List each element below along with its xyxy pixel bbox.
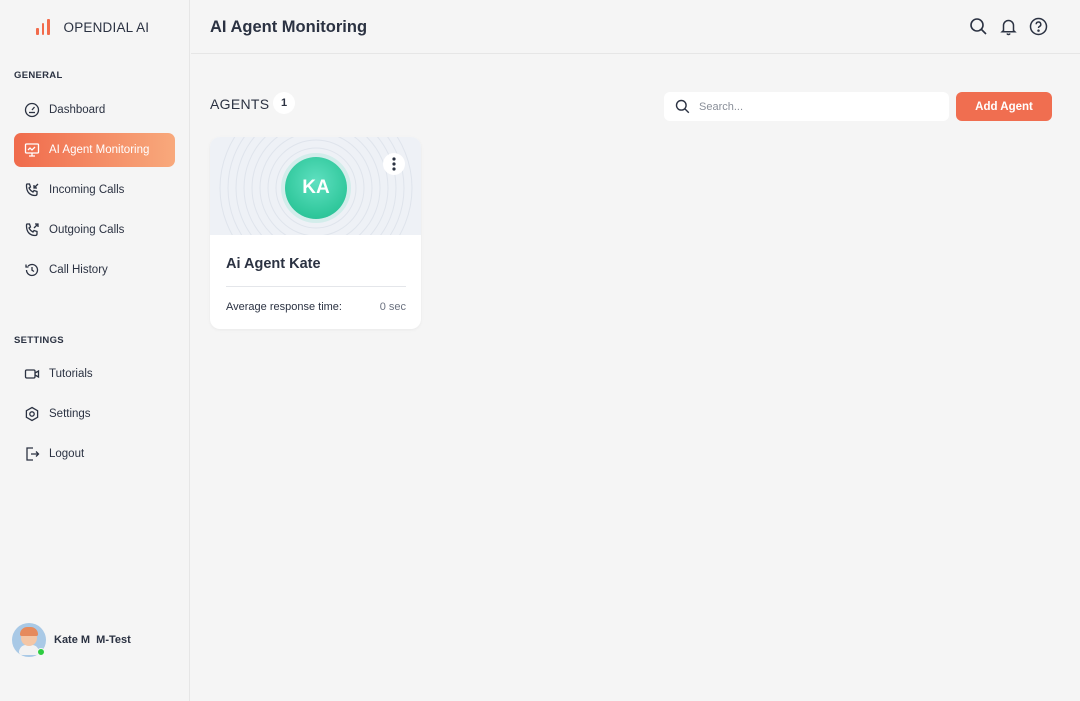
user-name: Kate M M-Test <box>54 634 131 646</box>
sidebar-item-label: AI Agent Monitoring <box>49 144 150 156</box>
hexagon-gear-icon <box>25 406 39 422</box>
card-divider <box>226 286 406 287</box>
section-label-settings: SETTINGS <box>14 335 64 346</box>
search-icon <box>675 99 690 114</box>
sidebar-item-label: Logout <box>49 448 85 460</box>
agent-search[interactable] <box>664 92 949 121</box>
video-icon <box>24 369 40 379</box>
sidebar-item-label: Settings <box>49 408 91 420</box>
avg-response-value: 0 sec <box>379 301 406 313</box>
help-icon[interactable] <box>1029 17 1048 36</box>
online-status-dot <box>37 648 45 656</box>
sidebar-item-label: Tutorials <box>49 368 93 380</box>
agent-card-header: KA <box>210 137 421 235</box>
sidebar-item-label: Dashboard <box>49 104 106 116</box>
brand-logo[interactable]: OPENDIAL AI <box>36 18 149 36</box>
phone-incoming-icon <box>25 183 39 197</box>
sidebar-item-logout[interactable]: Logout <box>14 437 175 471</box>
sidebar-item-tutorials[interactable]: Tutorials <box>14 357 175 391</box>
more-vertical-icon <box>392 157 396 171</box>
agents-count-badge: 1 <box>273 92 295 114</box>
agents-heading: AGENTS <box>210 96 270 112</box>
monitor-icon <box>24 143 40 157</box>
avg-response-label: Average response time: <box>226 301 342 313</box>
sidebar-item-label: Call History <box>49 264 108 276</box>
avatar[interactable] <box>12 623 46 657</box>
sidebar-item-label: Incoming Calls <box>49 184 125 196</box>
add-agent-button[interactable]: Add Agent <box>956 92 1052 121</box>
history-icon <box>25 263 39 277</box>
top-header: AI Agent Monitoring <box>191 0 1080 54</box>
phone-outgoing-icon <box>25 223 39 237</box>
sidebar-item-dashboard[interactable]: Dashboard <box>14 93 175 127</box>
sidebar: OPENDIAL AI GENERAL Dashboard AI Agent M… <box>0 0 190 701</box>
search-input[interactable] <box>699 100 919 113</box>
gauge-icon <box>24 102 40 118</box>
more-options-button[interactable] <box>383 153 405 175</box>
sidebar-item-settings[interactable]: Settings <box>14 397 175 431</box>
user-profile[interactable]: Kate M M-Test <box>12 623 131 657</box>
agent-avatar: KA <box>285 157 347 219</box>
bell-icon[interactable] <box>999 17 1018 36</box>
sidebar-item-ai-agent-monitoring[interactable]: AI Agent Monitoring <box>14 133 175 167</box>
page-title: AI Agent Monitoring <box>210 18 368 36</box>
logo-bars-icon <box>36 19 50 35</box>
sidebar-item-outgoing-calls[interactable]: Outgoing Calls <box>14 213 175 247</box>
agent-name: Ai Agent Kate <box>226 256 321 272</box>
search-icon[interactable] <box>969 17 988 36</box>
brand-name: OPENDIAL AI <box>63 19 150 35</box>
logout-icon <box>26 447 40 461</box>
section-label-general: GENERAL <box>14 70 63 81</box>
sidebar-item-incoming-calls[interactable]: Incoming Calls <box>14 173 175 207</box>
sidebar-item-call-history[interactable]: Call History <box>14 253 175 287</box>
header-actions <box>969 17 1048 36</box>
agent-card[interactable]: KA Ai Agent Kate Average response time: … <box>210 137 421 329</box>
sidebar-item-label: Outgoing Calls <box>49 224 125 236</box>
